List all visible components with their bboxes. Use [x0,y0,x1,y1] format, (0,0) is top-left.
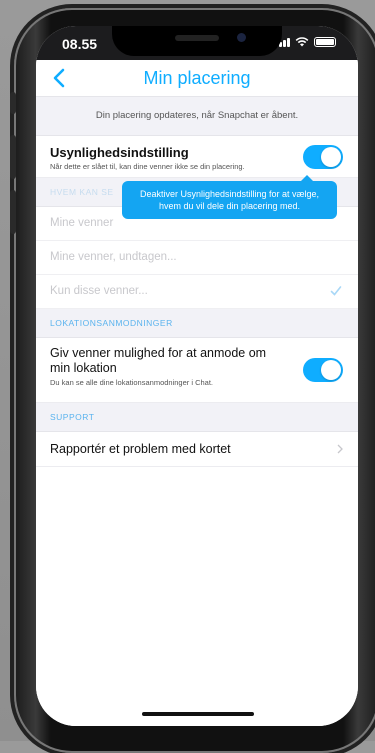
info-text: Din placering opdateres, når Snapchat er… [36,97,358,136]
report-map-problem-row[interactable]: Rapportér et problem med kortet [36,432,358,467]
location-requests-title-line1: Giv venner mulighed for at anmode om [50,346,267,360]
ghost-mode-subtitle: Når dette er slået til, kan dine venner … [50,162,245,171]
home-indicator[interactable] [142,712,254,716]
status-icons [275,37,336,47]
nav-bar: Min placering [36,60,358,97]
location-requests-header: LOKATIONSANMODNINGER [36,309,358,338]
page-title: Min placering [143,68,251,88]
speaker [175,35,219,41]
ghost-mode-toggle[interactable] [303,145,343,169]
mute-switch [10,92,16,114]
tooltip-line1: Deaktiver Usynlighedsindstilling for at … [139,189,320,199]
ghost-mode-row: Usynlighedsindstilling Når dette er slåe… [36,136,358,178]
volume-up-button [10,135,16,179]
battery-icon [314,37,336,47]
option-label: Mine venner [50,217,114,229]
option-label: Mine venner, undtagen... [50,251,177,263]
option-my-friends-except[interactable]: Mine venner, undtagen... [36,241,358,275]
notch [112,26,282,56]
location-requests-title-line2: min lokation [50,361,117,375]
phone-screen: 08.55 Min placering Din placering opdate… [36,26,358,726]
option-only-these-friends[interactable]: Kun disse venner... [36,275,358,309]
checkmark-icon [330,286,342,296]
location-requests-toggle[interactable] [303,358,343,382]
report-map-problem-label: Rapportér et problem med kortet [50,442,231,456]
location-requests-subtitle: Du kan se alle dine lokationsanmodninger… [50,378,214,387]
tooltip-line2: hvem du vil dele din placering med. [158,201,301,211]
support-header: SUPPORT [36,403,358,432]
volume-down-button [10,190,16,234]
wifi-icon [295,37,309,47]
ghost-mode-title: Usynlighedsindstilling [50,145,189,160]
location-requests-row: Giv venner mulighed for at anmode om min… [36,338,358,403]
front-camera [237,33,246,42]
toggle-knob [321,360,341,380]
status-time: 08.55 [62,36,98,52]
chevron-right-icon [337,444,343,454]
toggle-knob [321,147,341,167]
option-label: Kun disse venner... [50,285,148,297]
ghost-mode-tooltip: Deaktiver Usynlighedsindstilling for at … [122,175,337,219]
